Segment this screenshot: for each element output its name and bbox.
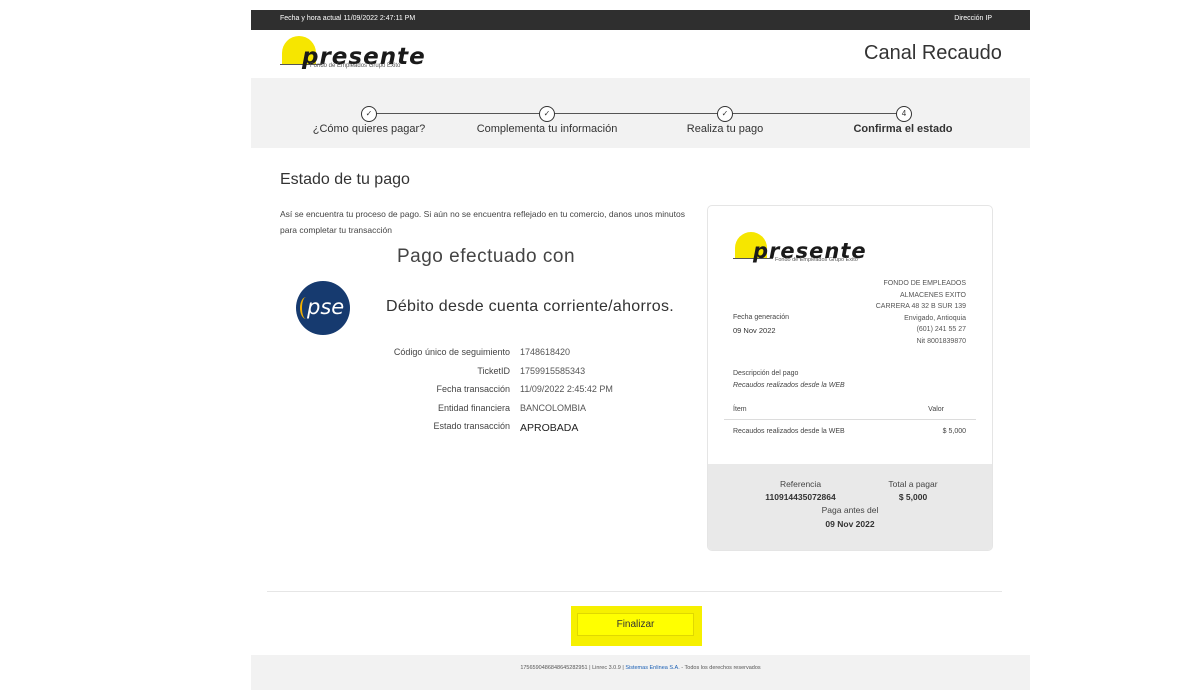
detail-value: 11/09/2022 2:45:42 PM <box>520 384 613 394</box>
progress-stepper: ✓ ✓ ✓ 4 ¿Cómo quieres pagar? Complementa… <box>251 78 1030 148</box>
item-value: $ 5,000 <box>942 428 966 435</box>
company-line: Envigado, Antioquia <box>904 314 966 322</box>
step-3-label: Realiza tu pago <box>686 123 764 135</box>
payment-method: Débito desde cuenta corriente/ahorros. <box>386 298 675 315</box>
detail-label: Código único de seguimiento <box>393 347 510 357</box>
brand-tagline: Fondo de Empleados Grupo Éxito <box>310 63 401 69</box>
detail-label: Fecha transacción <box>436 384 510 394</box>
page-header-title: Canal Recaudo <box>864 42 1002 64</box>
finish-button[interactable]: Finalizar <box>577 613 694 636</box>
items-col-item: Ítem <box>733 406 747 413</box>
brand-logo: presente Fondo de Empleados Grupo Éxito <box>280 36 425 72</box>
detail-value: 1748618420 <box>520 347 571 357</box>
divider <box>724 419 976 420</box>
due-date-label: Paga antes del <box>821 505 879 515</box>
detail-value: 1759915585343 <box>520 366 586 376</box>
company-info: FONDO DE EMPLEADOS ALMACENES EXITO CARRE… <box>876 278 966 347</box>
step-2-check-icon: ✓ <box>539 106 555 122</box>
step-1-check-icon: ✓ <box>361 106 377 122</box>
footer-company-link[interactable]: Sistemas Enlinea S.A. <box>625 665 679 671</box>
receipt-brand-tagline: Fondo de Empleados Grupo Éxito <box>775 257 858 263</box>
company-line: CARRERA 48 32 B SUR 139 <box>875 303 966 310</box>
finish-button-highlight: Finalizar <box>571 606 702 646</box>
receipt-summary: Referencia 110914435072864 Total a pagar… <box>708 464 992 550</box>
item-name: Recaudos realizados desde la WEB <box>733 428 845 435</box>
ip-address-label: Dirección IP <box>954 15 992 22</box>
company-line: ALMACENES EXITO <box>899 291 966 299</box>
total-label: Total a pagar <box>888 479 938 489</box>
payment-status-title: Estado de tu pago <box>280 171 410 188</box>
pse-logo-icon: pse <box>296 281 350 335</box>
items-col-value: Valor <box>928 406 944 413</box>
detail-label: TicketID <box>477 366 510 376</box>
stepper-line <box>369 113 904 114</box>
footer-rights: - Todos los derechos reservados <box>679 665 761 671</box>
step-1-label: ¿Cómo quieres pagar? <box>312 123 426 135</box>
top-bar: Fecha y hora actual 11/09/2022 2:47:11 P… <box>251 10 1030 30</box>
current-datetime: Fecha y hora actual 11/09/2022 2:47:11 P… <box>280 15 416 22</box>
step-4-label: Confirma el estado <box>853 123 953 135</box>
receipt-brand-logo: presente Fondo de Empleados Grupo Éxito <box>733 230 873 266</box>
total-value: $ 5,000 <box>898 492 928 502</box>
payment-status-description: Así se encuentra tu proceso de pago. Si … <box>280 209 685 235</box>
due-date: 09 Nov 2022 <box>825 519 875 529</box>
paid-with-heading: Pago efectuado con <box>397 246 576 267</box>
footer: 17565904868486452829​51 | Linrec 3.0.9 |… <box>251 655 1030 690</box>
generation-date-label: Fecha generación <box>733 314 790 321</box>
payment-description: Recaudos realizados desde la WEB <box>733 382 845 389</box>
footer-version: 17565904868486452829​51 | Linrec 3.0.9 | <box>520 665 626 671</box>
step-2-label: Complementa tu información <box>476 123 618 135</box>
step-4-number: 4 <box>896 106 912 122</box>
company-line: (601) 241 55 27 <box>916 326 966 333</box>
detail-label: Estado transacción <box>433 421 510 431</box>
detail-label: Entidad financiera <box>437 403 510 413</box>
step-3-check-icon: ✓ <box>717 106 733 122</box>
detail-value: BANCOLOMBIA <box>520 403 587 413</box>
payment-description-label: Descripción del pago <box>733 370 799 377</box>
company-line: FONDO DE EMPLEADOS <box>883 280 966 287</box>
receipt-card: presente Fondo de Empleados Grupo Éxito … <box>707 205 993 551</box>
generation-date: 09 Nov 2022 <box>733 326 776 335</box>
company-line: Nit 8001839870 <box>916 337 966 345</box>
status-approved: APROBADA <box>520 422 579 434</box>
section-divider <box>267 591 1002 592</box>
